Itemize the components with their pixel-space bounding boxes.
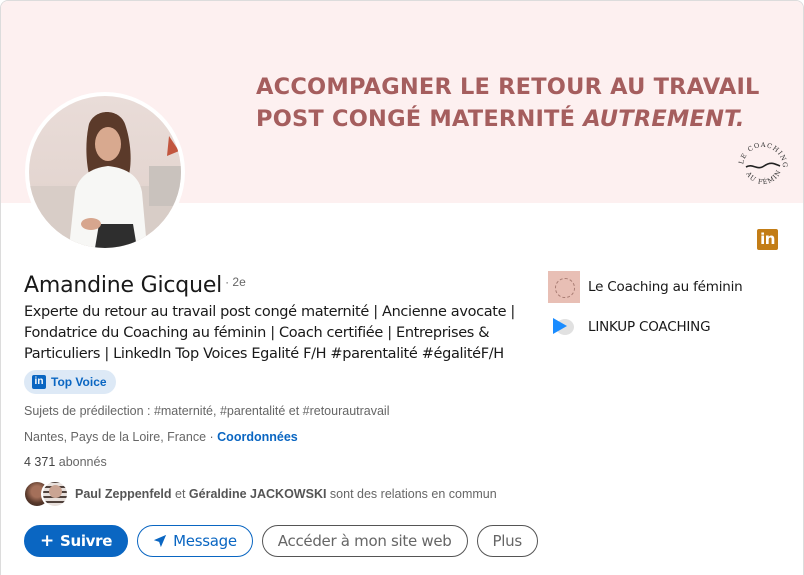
coaching-au-feminin-logo-icon: LE COACHING AU FÉMININ xyxy=(733,135,789,186)
mutual-connections[interactable]: Paul Zeppenfeld et Géraldine JACKOWSKI s… xyxy=(23,480,497,508)
profile-card: ACCOMPAGNER LE RETOUR AU TRAVAIL POST CO… xyxy=(0,0,804,575)
mutual-connection-avatars xyxy=(23,480,69,508)
follow-label: Suivre xyxy=(59,532,113,550)
profile-photo-image xyxy=(29,96,181,248)
contact-info-link[interactable]: Coordonnées xyxy=(217,430,298,444)
profile-photo[interactable] xyxy=(25,92,185,252)
svg-text:LE COACHING: LE COACHING xyxy=(737,141,789,169)
company-item[interactable]: LINKUP COACHING xyxy=(548,311,711,343)
banner-headline-line1: ACCOMPAGNER LE RETOUR AU TRAVAIL xyxy=(256,74,760,100)
mutual-connections-text: Paul Zeppenfeld et Géraldine JACKOWSKI s… xyxy=(75,487,497,501)
message-button[interactable]: Message xyxy=(137,525,253,557)
linkedin-icon[interactable]: in xyxy=(757,229,778,250)
followers-count-line[interactable]: 4 371 abonnés xyxy=(24,455,107,469)
profile-name: Amandine Gicquel xyxy=(24,273,223,298)
mutual-conjunction: et xyxy=(171,487,189,501)
banner-headline-line2: POST CONGÉ MATERNITÉ AUTREMENT. xyxy=(256,103,760,135)
top-voice-badge[interactable]: in Top Voice xyxy=(24,370,116,394)
top-voice-label: Top Voice xyxy=(51,375,107,389)
more-button[interactable]: Plus xyxy=(476,525,538,557)
banner-headline: ACCOMPAGNER LE RETOUR AU TRAVAIL POST CO… xyxy=(256,71,760,135)
company-item[interactable]: Le Coaching au féminin xyxy=(548,271,743,303)
banner-headline-line2-text: POST CONGÉ MATERNITÉ xyxy=(256,106,584,132)
plus-icon: + xyxy=(40,530,54,551)
profile-topics: Sujets de prédilection : #maternité, #pa… xyxy=(24,404,390,418)
mutual-suffix: sont des relations en commun xyxy=(326,487,497,501)
profile-location-line: Nantes, Pays de la Loire, France · Coord… xyxy=(24,430,298,444)
followers-count: 4 371 xyxy=(24,455,56,469)
message-label: Message xyxy=(173,532,237,550)
company-name: LINKUP COACHING xyxy=(588,319,711,335)
profile-actions: + Suivre Message Accéder à mon site web … xyxy=(24,525,538,557)
mutual-connection-name: Paul Zeppenfeld xyxy=(75,487,172,501)
location-separator: · xyxy=(206,430,218,444)
more-label: Plus xyxy=(492,532,523,550)
send-icon xyxy=(154,534,167,548)
company-name: Le Coaching au féminin xyxy=(588,279,743,295)
profile-location: Nantes, Pays de la Loire, France xyxy=(24,430,207,444)
banner-headline-emphasis: AUTREMENT. xyxy=(583,106,745,132)
visit-website-label: Accéder à mon site web xyxy=(277,532,452,550)
linkedin-badge-icon: in xyxy=(32,375,46,389)
coaching-au-feminin-company-logo-icon xyxy=(548,271,580,303)
portrait-illustration xyxy=(29,112,181,248)
connection-degree: · 2e xyxy=(225,275,246,289)
avatar xyxy=(41,480,69,508)
mutual-connection-name: Géraldine JACKOWSKI xyxy=(188,487,327,501)
follow-button[interactable]: + Suivre xyxy=(24,525,129,557)
linkup-coaching-company-logo-icon xyxy=(548,311,580,343)
visit-website-button[interactable]: Accéder à mon site web xyxy=(261,525,468,557)
profile-headline: Experte du retour au travail post congé … xyxy=(24,304,515,362)
profile-name-line: Amandine Gicquel · 2e xyxy=(24,273,246,298)
followers-label: abonnés xyxy=(55,455,107,469)
